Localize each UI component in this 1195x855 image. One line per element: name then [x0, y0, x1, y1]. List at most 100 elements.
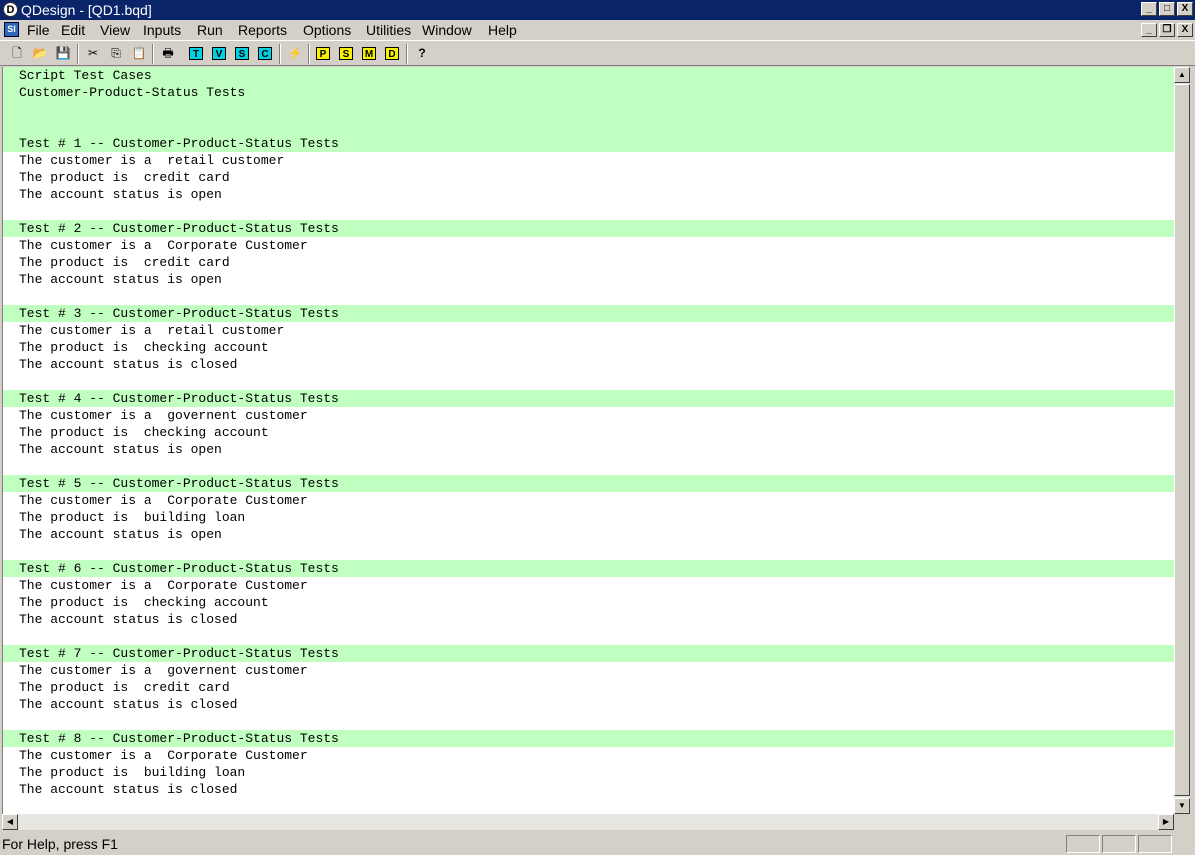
- editor-line[interactable]: The customer is a retail customer: [19, 322, 284, 339]
- paste-icon[interactable]: 📋: [130, 44, 148, 62]
- scroll-up-button[interactable]: ▲: [1174, 67, 1190, 83]
- menu-window[interactable]: Window: [422, 22, 472, 38]
- v-icon[interactable]: V: [210, 44, 228, 62]
- editor-line[interactable]: The customer is a Corporate Customer: [19, 237, 308, 254]
- editor-line[interactable]: Customer-Product-Status Tests: [19, 84, 245, 101]
- editor-line[interactable]: Test # 2 -- Customer-Product-Status Test…: [19, 220, 339, 237]
- editor-line[interactable]: Test # 6 -- Customer-Product-Status Test…: [19, 560, 339, 577]
- s-icon[interactable]: S: [233, 44, 251, 62]
- menu-run[interactable]: Run: [197, 22, 223, 38]
- mdi-close-button[interactable]: X: [1177, 23, 1193, 37]
- menu-edit[interactable]: Edit: [61, 22, 85, 38]
- editor-line[interactable]: The product is credit card: [19, 169, 230, 186]
- mdi-restore-button[interactable]: ❐: [1159, 23, 1175, 37]
- help-icon[interactable]: ?: [413, 44, 431, 62]
- menu-inputs[interactable]: Inputs: [143, 22, 181, 38]
- new-file-icon[interactable]: 🗋: [8, 44, 26, 62]
- window-title: QDesign - [QD1.bqd]: [21, 2, 152, 18]
- editor-line[interactable]: The customer is a retail customer: [19, 152, 284, 169]
- print-icon[interactable]: 🖶: [159, 44, 177, 62]
- menu-help[interactable]: Help: [488, 22, 517, 38]
- status-text: For Help, press F1: [2, 836, 118, 852]
- s-icon-label: S: [235, 47, 249, 60]
- editor-line[interactable]: Test # 5 -- Customer-Product-Status Test…: [19, 475, 339, 492]
- run-icon[interactable]: ⚡: [286, 44, 304, 62]
- t-icon-label: T: [189, 47, 203, 60]
- scroll-left-button[interactable]: ◀: [2, 814, 18, 830]
- d-report-icon[interactable]: D: [383, 44, 401, 62]
- s-report-icon[interactable]: S: [337, 44, 355, 62]
- scroll-right-button[interactable]: ▶: [1158, 814, 1174, 830]
- editor-line[interactable]: The product is credit card: [19, 679, 230, 696]
- editor-line[interactable]: The account status is open: [19, 526, 222, 543]
- editor-line[interactable]: The account status is closed: [19, 356, 237, 373]
- menu-bar: SI File Edit View Inputs Run Reports Opt…: [0, 20, 1195, 40]
- c-icon-label: C: [258, 47, 272, 60]
- editor-line[interactable]: Script Test Cases: [19, 67, 152, 84]
- scrollbar-corner: [1174, 814, 1190, 830]
- save-icon[interactable]: 💾: [54, 44, 72, 62]
- editor-line[interactable]: The product is checking account: [19, 339, 269, 356]
- editor-line[interactable]: The product is building loan: [19, 764, 245, 781]
- toolbar-separator: [406, 44, 408, 64]
- p-report-icon-label: P: [316, 47, 330, 60]
- title-bar[interactable]: D QDesign - [QD1.bqd] _ □ X: [0, 0, 1195, 20]
- status-bar: For Help, press F1: [0, 833, 1195, 855]
- close-button[interactable]: X: [1177, 2, 1193, 16]
- menu-options[interactable]: Options: [303, 22, 351, 38]
- editor-line[interactable]: The customer is a Corporate Customer: [19, 747, 308, 764]
- vertical-scroll-thumb[interactable]: [1174, 84, 1190, 796]
- m-report-icon-label: M: [362, 47, 376, 60]
- menu-reports[interactable]: Reports: [238, 22, 287, 38]
- horizontal-scrollbar[interactable]: ◀ ▶: [2, 814, 1174, 830]
- status-panel: [1138, 835, 1172, 853]
- c-icon[interactable]: C: [256, 44, 274, 62]
- cut-icon[interactable]: ✂: [84, 44, 102, 62]
- editor-line[interactable]: The account status is open: [19, 186, 222, 203]
- vertical-scrollbar[interactable]: ▲ ▼: [1174, 67, 1190, 814]
- editor-line[interactable]: The product is checking account: [19, 424, 269, 441]
- toolbar-separator: [77, 44, 79, 64]
- editor-line[interactable]: The product is building loan: [19, 509, 245, 526]
- toolbar-separator: [152, 44, 154, 64]
- editor-line[interactable]: The customer is a governent customer: [19, 407, 308, 424]
- editor-line[interactable]: Test # 4 -- Customer-Product-Status Test…: [19, 390, 339, 407]
- maximize-button[interactable]: □: [1159, 2, 1175, 16]
- toolbar: 🗋 📂 💾 ✂ ⎘ 📋 🖶 T V S C ⚡ P S M D ?: [0, 40, 1195, 66]
- menu-file[interactable]: File: [27, 22, 50, 38]
- editor-line[interactable]: Test # 8 -- Customer-Product-Status Test…: [19, 730, 339, 747]
- menu-view[interactable]: View: [100, 22, 130, 38]
- document-icon[interactable]: SI: [4, 22, 19, 37]
- editor-line[interactable]: The account status is closed: [19, 611, 237, 628]
- m-report-icon[interactable]: M: [360, 44, 378, 62]
- d-report-icon-label: D: [385, 47, 399, 60]
- editor-line[interactable]: The customer is a Corporate Customer: [19, 577, 308, 594]
- status-panel: [1102, 835, 1136, 853]
- editor-line[interactable]: Test # 1 -- Customer-Product-Status Test…: [19, 135, 339, 152]
- menu-utilities[interactable]: Utilities: [366, 22, 411, 38]
- editor-line[interactable]: Test # 7 -- Customer-Product-Status Test…: [19, 645, 339, 662]
- s-report-icon-label: S: [339, 47, 353, 60]
- script-editor[interactable]: Script Test Cases Customer-Product-Status…: [2, 67, 1174, 814]
- toolbar-separator: [308, 44, 310, 64]
- minimize-button[interactable]: _: [1141, 2, 1157, 16]
- editor-line[interactable]: The account status is open: [19, 441, 222, 458]
- toolbar-separator: [279, 44, 281, 64]
- t-icon[interactable]: T: [187, 44, 205, 62]
- p-report-icon[interactable]: P: [314, 44, 332, 62]
- editor-line[interactable]: The customer is a governent customer: [19, 662, 308, 679]
- editor-line[interactable]: The product is credit card: [19, 254, 230, 271]
- editor-line[interactable]: The account status is closed: [19, 696, 237, 713]
- v-icon-label: V: [212, 47, 226, 60]
- status-panel: [1066, 835, 1100, 853]
- app-icon[interactable]: D: [3, 2, 18, 17]
- editor-line[interactable]: The account status is open: [19, 271, 222, 288]
- editor-line[interactable]: The account status is closed: [19, 781, 237, 798]
- editor-line[interactable]: The customer is a Corporate Customer: [19, 492, 308, 509]
- editor-line[interactable]: Test # 3 -- Customer-Product-Status Test…: [19, 305, 339, 322]
- mdi-minimize-button[interactable]: _: [1141, 23, 1157, 37]
- editor-line[interactable]: The product is checking account: [19, 594, 269, 611]
- copy-icon[interactable]: ⎘: [107, 44, 125, 62]
- scroll-down-button[interactable]: ▼: [1174, 798, 1190, 814]
- open-folder-icon[interactable]: 📂: [31, 44, 49, 62]
